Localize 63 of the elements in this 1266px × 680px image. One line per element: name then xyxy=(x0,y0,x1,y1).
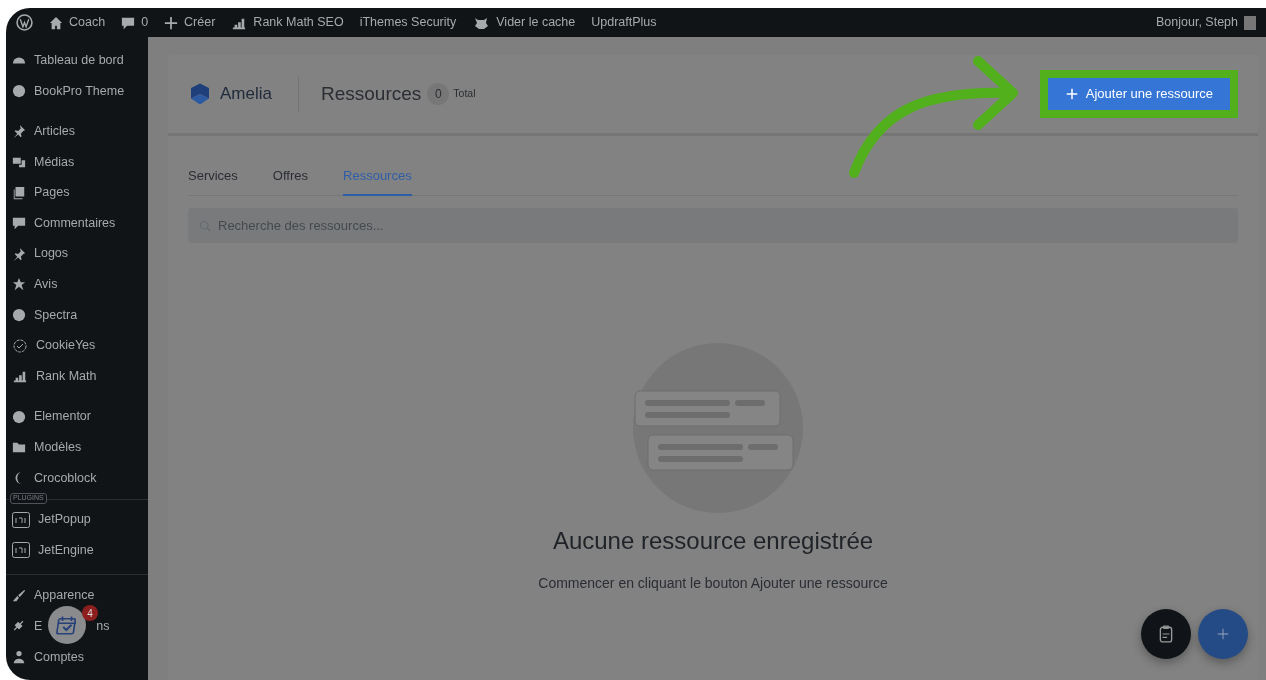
cube-logo-icon xyxy=(188,82,212,106)
add-resource-button[interactable]: Ajouter une ressource xyxy=(1047,78,1230,110)
menu-item[interactable]: Médias xyxy=(34,152,75,172)
menu-item[interactable]: Crocoblock xyxy=(34,468,97,488)
square-logo-icon xyxy=(12,542,30,559)
speech-bubble-icon xyxy=(121,15,136,30)
menu-item[interactable]: Tableau de bord xyxy=(34,50,124,70)
media-icon xyxy=(12,155,26,170)
count-badge: 0 xyxy=(427,83,450,105)
circle-logo-icon xyxy=(12,308,26,323)
circle-logo-icon xyxy=(12,83,26,98)
pushpin-icon xyxy=(12,124,26,139)
toolbar-link[interactable]: Vider le cache xyxy=(496,13,576,32)
plus-icon xyxy=(1065,88,1078,100)
menu-item[interactable]: Logos xyxy=(34,244,69,264)
pages-icon xyxy=(12,185,26,200)
greeting-link[interactable]: Bonjour, Steph xyxy=(1156,13,1238,32)
speech-bubble-icon xyxy=(12,216,26,231)
toolbar-link[interactable]: Coach xyxy=(69,13,106,32)
plus-icon xyxy=(164,15,179,30)
menu-item[interactable]: JetPopup xyxy=(38,510,91,529)
menu-item[interactable]: Pages xyxy=(34,183,70,203)
avatar-icon xyxy=(1244,15,1256,30)
count-label: Total xyxy=(453,86,476,102)
wordpress-logo-icon xyxy=(16,14,33,31)
toolbar-link[interactable]: Rank Math SEO xyxy=(253,13,344,32)
toolbar-link[interactable]: UpdraftPlus xyxy=(591,13,657,32)
clipboard-icon xyxy=(1157,625,1175,643)
paintbrush-icon xyxy=(12,588,26,603)
menu-item[interactable]: Elementor xyxy=(34,407,91,427)
empty-state-message: Commencer en cliquant le bouton Ajouter une ressource xyxy=(538,573,888,593)
menu-item[interactable]: Comptes xyxy=(34,647,85,667)
person-icon xyxy=(12,650,26,664)
folder-icon xyxy=(12,440,26,455)
menu-item[interactable]: Modèles xyxy=(34,438,82,457)
menu-item[interactable]: Spectra xyxy=(34,305,78,325)
toolbar-link[interactable]: 0 xyxy=(141,13,149,32)
empty-state-title: Aucune ressource enregistrée xyxy=(552,525,874,556)
toolbar-link[interactable]: Créer xyxy=(184,13,216,32)
tab[interactable]: Services xyxy=(188,166,238,196)
menu-item[interactable]: Commentaires xyxy=(34,213,116,233)
calendar-widget[interactable] xyxy=(48,606,86,644)
menu-item-text[interactable]: ns xyxy=(96,617,110,636)
menu-item[interactable]: Articles xyxy=(34,122,75,141)
menu-item[interactable]: Avis xyxy=(34,275,58,294)
cookie-icon xyxy=(12,337,28,354)
menu-item-text[interactable]: E xyxy=(34,617,43,636)
pushpin-icon xyxy=(12,246,26,261)
square-logo-icon xyxy=(12,511,30,528)
menu-item[interactable]: CookieYes xyxy=(36,336,96,355)
circle-logo-icon xyxy=(12,409,26,424)
menu-item[interactable]: Apparence xyxy=(34,586,95,606)
brand-name: Amelia xyxy=(220,83,272,106)
menu-item[interactable]: Rank Math xyxy=(36,366,97,386)
page-title: Ressources xyxy=(320,81,422,106)
notification-badge: 4 xyxy=(82,605,98,621)
menu-item[interactable]: JetEngine xyxy=(38,540,94,560)
star-icon xyxy=(12,277,26,292)
home-icon xyxy=(49,15,63,30)
tab[interactable]: Offres xyxy=(272,166,309,196)
bar-chart-icon xyxy=(12,369,28,384)
menu-item[interactable]: BookPro Theme xyxy=(34,81,125,101)
toolbar-link[interactable]: iThemes Security xyxy=(359,13,457,32)
